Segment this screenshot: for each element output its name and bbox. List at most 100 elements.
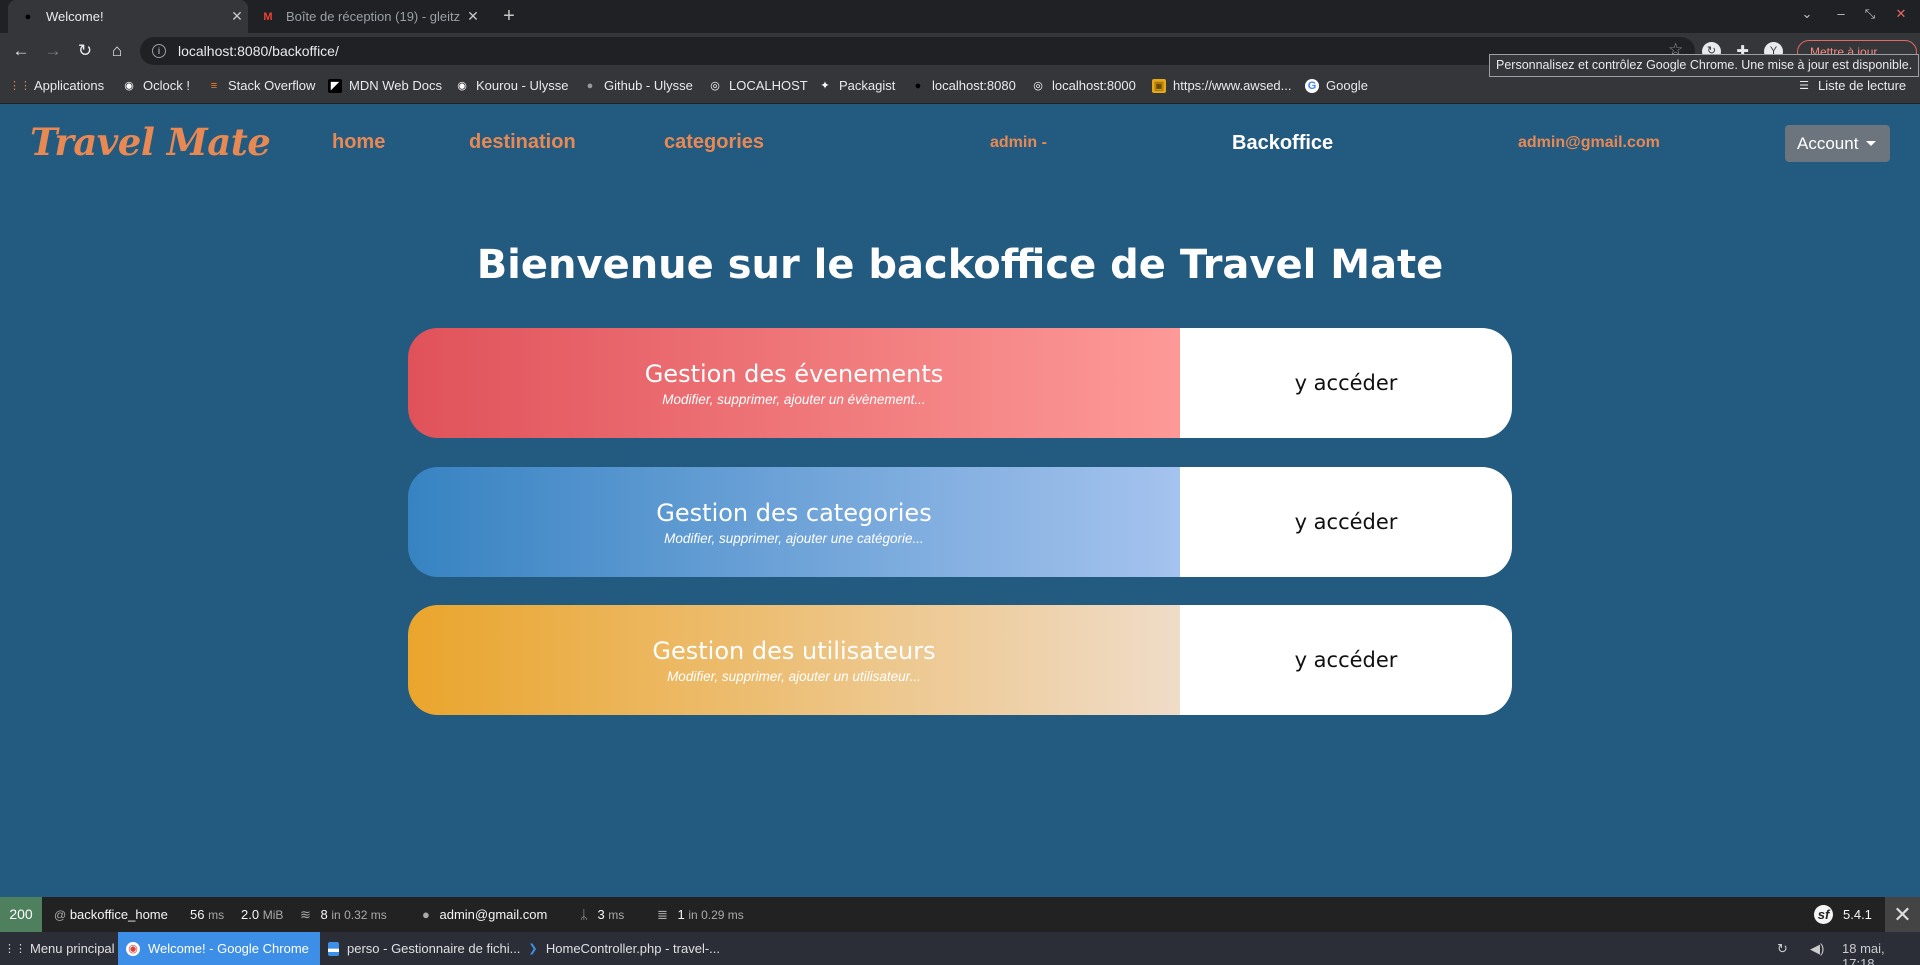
card-subtitle: Modifier, supprimer, ajouter un évènemen… — [662, 391, 926, 407]
site-navbar: Travel Mate home destination categories … — [0, 104, 1920, 186]
nav-backoffice-link[interactable]: Backoffice — [1232, 132, 1333, 155]
bookmark-stackoverflow[interactable]: ≡ Stack Overflow — [207, 78, 316, 93]
reading-list[interactable]: ☰ Liste de lecture — [1797, 78, 1906, 93]
bookmark-mdn[interactable]: ◤ MDN Web Docs — [328, 78, 442, 93]
tab-close-icon[interactable]: ✕ — [462, 8, 484, 25]
nav-destination-link[interactable]: destination — [469, 131, 576, 154]
forward-icon[interactable]: → — [42, 40, 64, 62]
layers-icon: ≋ — [300, 907, 311, 922]
bookmark-oclock[interactable]: ◉ Oclock ! — [122, 78, 190, 93]
symfony-logo-icon[interactable]: sf — [1814, 905, 1833, 924]
card-subtitle: Modifier, supprimer, ajouter un utilisat… — [667, 668, 921, 684]
bookmark-localhost-8000[interactable]: ◎ localhost:8000 — [1031, 78, 1136, 93]
route-prefix: @ — [54, 908, 67, 922]
browser-tabstrip: ● Welcome! ✕ M Boîte de réception (19) -… — [0, 0, 1920, 33]
bookmark-packagist[interactable]: ✦ Packagist — [818, 78, 895, 93]
time-item[interactable]: 56 ms — [190, 907, 224, 922]
twig-item[interactable]: ᛦ 3 ms — [580, 907, 624, 922]
tab-gmail[interactable]: M Boîte de réception (19) - gleitz ✕ — [252, 0, 484, 33]
bookmark-localhost[interactable]: ◎ LOCALHOST — [708, 78, 808, 93]
close-toolbar-icon[interactable]: ✕ — [1885, 897, 1920, 932]
github-icon: ● — [586, 79, 594, 92]
task-file-manager[interactable]: ▬ perso - Gestionnaire de fichi... — [320, 932, 520, 965]
task-label: HomeController.php - travel-... — [545, 941, 720, 956]
card-users-access-button[interactable]: y accéder — [1180, 605, 1512, 715]
network-icon[interactable]: ↻ — [1777, 941, 1788, 957]
oclock-icon: ◉ — [124, 80, 134, 92]
nav-categories-link[interactable]: categories — [664, 131, 764, 154]
memory-unit: MiB — [262, 908, 284, 922]
forms-value: 8 — [320, 907, 328, 922]
page-title: Bienvenue sur le backoffice de Travel Ma… — [476, 242, 1444, 288]
restore-icon[interactable]: ⤡ — [1860, 6, 1880, 22]
bookmark-localhost-8080[interactable]: ● localhost:8080 — [911, 78, 1016, 93]
bookmark-applications[interactable]: ⋮⋮ Applications — [9, 78, 105, 93]
new-tab-icon[interactable]: + — [497, 5, 521, 29]
apps-grid-icon: ⋮⋮ — [9, 80, 31, 92]
http-status-badge[interactable]: 200 — [0, 897, 42, 932]
site-logo[interactable]: Travel Mate — [30, 120, 271, 164]
card-events-info: Gestion des évenements Modifier, supprim… — [408, 328, 1180, 438]
stackoverflow-icon: ≡ — [210, 79, 218, 92]
clock[interactable]: 18 mai, 17:18 — [1842, 941, 1920, 965]
minimize-icon[interactable]: – — [1831, 6, 1851, 21]
folder-icon: ▬ — [328, 941, 339, 956]
reading-list-icon: ☰ — [1799, 80, 1809, 92]
bookmark-label: https://www.awsed... — [1173, 78, 1292, 93]
task-label: Welcome! - Google Chrome — [148, 941, 309, 956]
card-events: Gestion des évenements Modifier, supprim… — [408, 328, 1512, 438]
back-icon[interactable]: ← — [10, 40, 32, 62]
account-label: Account — [1797, 133, 1859, 153]
time-unit: ms — [208, 908, 225, 922]
bookmark-github[interactable]: ● Github - Ulysse — [583, 78, 693, 93]
chrome-menu-tooltip: Personnalisez et contrôlez Google Chrome… — [1489, 54, 1920, 77]
bookmark-label: localhost:8000 — [1052, 78, 1136, 93]
chrome-icon: ◉ — [126, 941, 140, 956]
forms-detail: in 0.32 ms — [331, 908, 387, 922]
forms-item[interactable]: ≋ 8 in 0.32 ms — [300, 907, 387, 923]
nav-user-email: admin@gmail.com — [1518, 134, 1660, 151]
user-icon: ● — [422, 907, 430, 922]
task-label: perso - Gestionnaire de fichi... — [347, 941, 521, 956]
tab-search-icon[interactable]: ⌄ — [1797, 6, 1817, 22]
bookmark-label: Stack Overflow — [228, 78, 316, 93]
symfony-debug-toolbar: 200 @ backoffice_home 56 ms 2.0 MiB ≋ 8 … — [0, 897, 1920, 932]
card-categories-access-button[interactable]: y accéder — [1180, 467, 1512, 577]
task-chrome[interactable]: ◉ Welcome! - Google Chrome — [118, 932, 320, 965]
twig-icon: ᛦ — [580, 907, 588, 922]
db-item[interactable]: ≣ 1 in 0.29 ms — [657, 907, 744, 923]
tab-title: Boîte de réception (19) - gleitz — [286, 9, 461, 24]
globe-icon: ◎ — [710, 80, 720, 92]
bookmark-label: MDN Web Docs — [349, 78, 442, 93]
symfony-version[interactable]: 5.4.1 — [1843, 907, 1872, 922]
volume-icon[interactable]: ◀) — [1810, 941, 1824, 957]
nav-admin-label: admin - — [990, 134, 1047, 151]
memory-item[interactable]: 2.0 MiB — [241, 907, 283, 922]
user-item[interactable]: ● admin@gmail.com — [422, 907, 547, 922]
apps-grid-icon: ⋮⋮ — [4, 943, 26, 955]
bookmark-label: Applications — [34, 78, 105, 93]
reading-list-label: Liste de lecture — [1818, 78, 1907, 93]
close-window-icon[interactable]: ✕ — [1891, 6, 1911, 22]
task-vscode[interactable]: ❯ HomeController.php - travel-... — [520, 932, 720, 965]
time-value: 56 — [190, 907, 205, 922]
start-menu-button[interactable]: ⋮⋮ Menu principal — [0, 932, 118, 965]
address-bar[interactable]: i localhost:8080/backoffice/ — [140, 37, 1695, 65]
tab-close-icon[interactable]: ✕ — [226, 8, 248, 25]
bookmark-label: Google — [1326, 78, 1368, 93]
database-icon: ≣ — [657, 907, 668, 922]
bookmark-kourou[interactable]: ◉ Kourou - Ulysse — [455, 78, 568, 93]
route-item[interactable]: @ backoffice_home — [54, 907, 168, 922]
reload-icon[interactable]: ↻ — [74, 40, 96, 62]
bookmark-google[interactable]: G Google — [1305, 78, 1368, 93]
nav-home-link[interactable]: home — [332, 131, 385, 154]
bookmark-awsed[interactable]: ▣ https://www.awsed... — [1152, 78, 1292, 93]
bookmark-label: Kourou - Ulysse — [476, 78, 569, 93]
card-events-access-button[interactable]: y accéder — [1180, 328, 1512, 438]
page-favicon-icon: ● — [24, 10, 32, 23]
tab-welcome[interactable]: ● Welcome! ✕ — [8, 0, 248, 33]
card-categories: Gestion des categories Modifier, supprim… — [408, 467, 1512, 577]
site-info-icon[interactable]: i — [152, 44, 166, 58]
account-dropdown-button[interactable]: Account — [1785, 125, 1890, 162]
home-icon[interactable]: ⌂ — [106, 40, 128, 62]
